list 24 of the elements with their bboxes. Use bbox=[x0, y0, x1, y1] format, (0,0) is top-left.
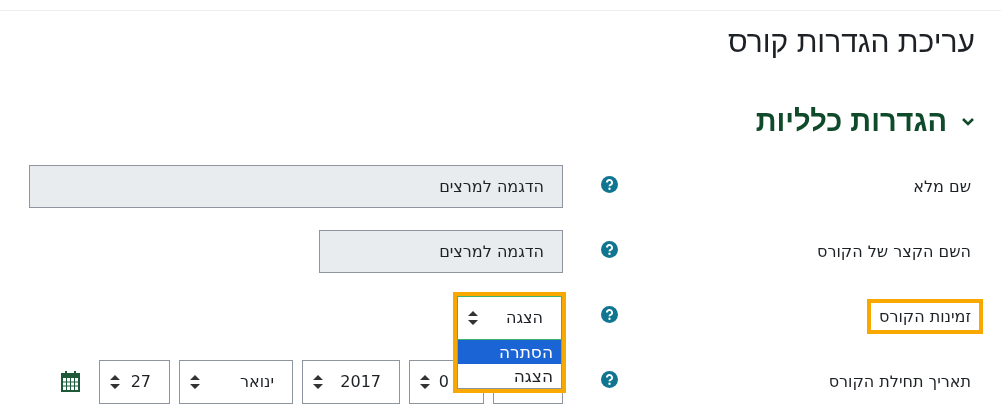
up-down-caret-icon bbox=[313, 374, 323, 389]
date-select[interactable]: 27 bbox=[99, 359, 170, 404]
help-icon[interactable] bbox=[601, 306, 618, 323]
text-field[interactable]: הדגמה למרצים bbox=[319, 230, 563, 273]
field-label: שם מלא bbox=[912, 176, 972, 198]
page-title: עריכת הגדרות קורס bbox=[727, 25, 975, 59]
up-down-caret-icon bbox=[420, 374, 430, 389]
text-field[interactable]: הדגמה למרצים bbox=[29, 165, 563, 208]
field-label: השם הקצר של הקורס bbox=[816, 241, 972, 263]
section-heading: הגדרות כלליות bbox=[755, 105, 947, 138]
date-select[interactable]: 2017 bbox=[302, 359, 400, 404]
help-icon[interactable] bbox=[601, 176, 618, 193]
up-down-caret-icon bbox=[110, 374, 120, 389]
field-label: זמינות הקורס bbox=[867, 299, 983, 334]
help-icon[interactable] bbox=[601, 371, 618, 388]
field-label: תאריך תחילת הקורס bbox=[827, 371, 972, 393]
date-select[interactable]: ינואר bbox=[179, 359, 293, 404]
chevron-icon[interactable] bbox=[961, 116, 975, 127]
select-field[interactable]: הצגה bbox=[457, 295, 562, 340]
calendar-icon[interactable] bbox=[61, 371, 80, 392]
dropdown-option[interactable]: הסתרה bbox=[458, 339, 561, 364]
up-down-caret-icon bbox=[190, 374, 200, 389]
up-down-caret-icon bbox=[468, 310, 478, 325]
help-icon[interactable] bbox=[601, 241, 618, 258]
